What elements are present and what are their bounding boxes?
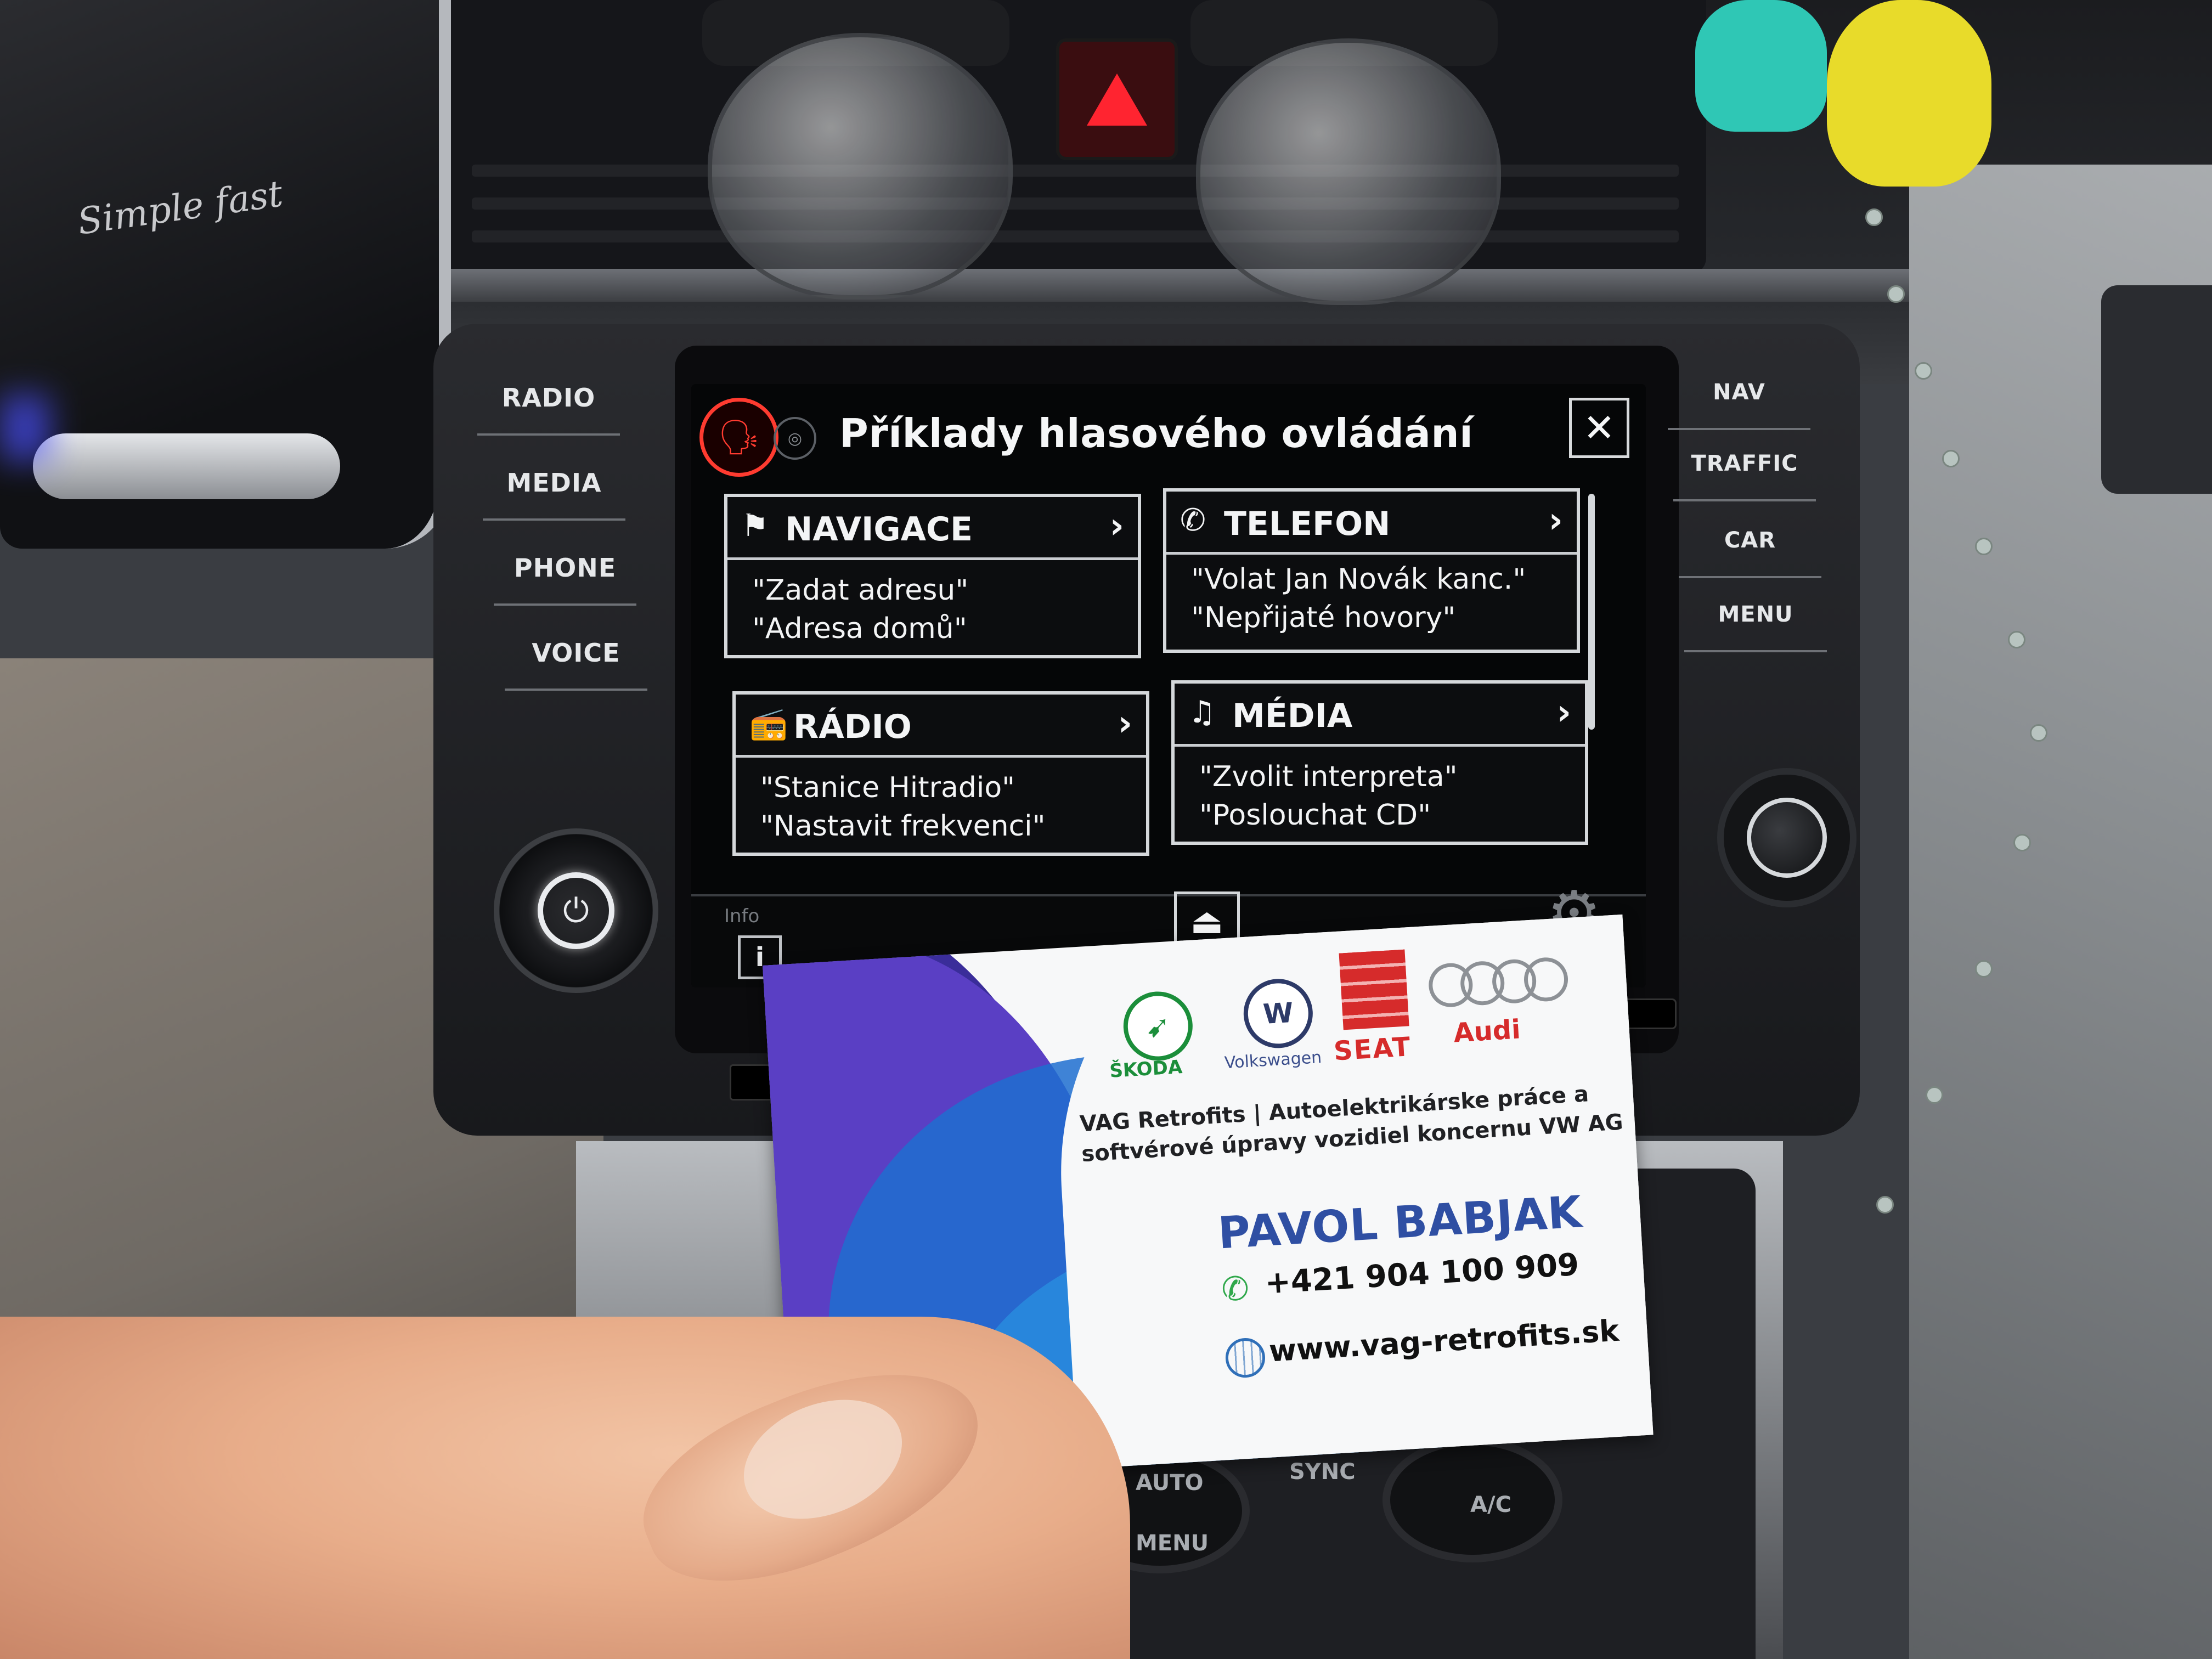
chevron-right-icon: › [1548, 500, 1563, 541]
hand [0, 1317, 1130, 1659]
card-header: ⚑ NAVIGACE › [727, 497, 1138, 560]
brand-seat: SEAT [1333, 1031, 1413, 1067]
rosary-bead [1915, 362, 1932, 380]
rosary-bead [1975, 960, 1993, 978]
tune-scroll-knob[interactable] [1717, 768, 1857, 907]
rosary-bead [1865, 208, 1883, 226]
menu-hw-button[interactable]: MENU [1684, 579, 1827, 652]
card-header: ♫ MÉDIA › [1175, 684, 1585, 747]
card-example: "Adresa domů" [752, 612, 967, 645]
voice-control-icon[interactable]: 🗣 [699, 398, 778, 477]
traffic-hw-button[interactable]: TRAFFIC [1673, 428, 1816, 501]
chevron-right-icon: › [1556, 692, 1571, 733]
card-example: "Nepřijaté hovory" [1191, 601, 1456, 634]
card-telefon[interactable]: ✆ TELEFON › "Volat Jan Novák kanc." "Nep… [1163, 488, 1580, 653]
flag-icon: ⚑ [741, 508, 769, 544]
blue-led-glow [0, 395, 49, 461]
phone-holder-clamp [33, 433, 340, 499]
brand-skoda: ŠKODA [1109, 1056, 1183, 1082]
phone-icon: ✆ [1220, 1269, 1250, 1310]
phone-hw-button[interactable]: PHONE [494, 532, 636, 606]
brand-audi: Audi [1452, 1014, 1522, 1049]
card-title: NAVIGACE [785, 510, 973, 549]
rosary-bead [1975, 538, 1993, 555]
music-note-icon: ♫ [1188, 695, 1216, 730]
infotainment-screen: 🗣 ◎ Příklady hlasového ovládání ✕ ⚑ NAVI… [691, 384, 1646, 988]
radio-hw-button[interactable]: RADIO [477, 362, 620, 436]
card-header: 📻 RÁDIO › [736, 695, 1146, 758]
auto-label: AUTO [1136, 1470, 1204, 1496]
rosary-bead [1926, 1086, 1943, 1104]
rosary-bead [1942, 450, 1960, 467]
nav-hw-button[interactable]: NAV [1668, 357, 1810, 430]
seat-logo-icon [1339, 949, 1409, 1030]
card-media[interactable]: ♫ MÉDIA › "Zvolit interpreta" "Posloucha… [1171, 680, 1588, 845]
card-example: "Zvolit interpreta" [1199, 760, 1458, 793]
card-example: "Volat Jan Novák kanc." [1191, 563, 1526, 596]
air-freshener [708, 33, 1013, 300]
tune-knob-cap [1747, 798, 1827, 878]
air-freshener [1196, 38, 1501, 305]
voice-hw-button[interactable]: VOICE [505, 617, 647, 691]
scrollbar[interactable] [1588, 494, 1595, 730]
rosary-bead [2013, 834, 2031, 851]
card-example: "Nastavit frekvenci" [760, 810, 1046, 843]
vent-slat [472, 230, 1679, 242]
dashboard-trim [428, 269, 2008, 302]
card-radio[interactable]: 📻 RÁDIO › "Stanice Hitradio" "Nastavit f… [732, 691, 1149, 856]
ac-label: A/C [1470, 1492, 1511, 1517]
screen-title: Příklady hlasového ovládání [839, 410, 1474, 456]
menu-label: MENU [1136, 1531, 1209, 1556]
card-title: TELEFON [1224, 505, 1391, 543]
rosary-bead [1876, 1196, 1894, 1214]
card-example: "Zadat adresu" [752, 574, 969, 607]
hazard-triangle-icon [1087, 73, 1147, 126]
right-panel-recess [2101, 285, 2212, 494]
sync-label: SYNC [1289, 1459, 1356, 1485]
card-navigace[interactable]: ⚑ NAVIGACE › "Zadat adresu" "Adresa domů… [724, 494, 1141, 658]
rosary-bead [1887, 285, 1905, 303]
radio-icon: 📻 [749, 706, 788, 742]
yellow-figurine [1827, 0, 1991, 187]
card-header: ✆ TELEFON › [1166, 492, 1577, 555]
media-hw-button[interactable]: MEDIA [483, 447, 625, 521]
voice-sub-icon: ◎ [774, 417, 816, 460]
phone-icon: ✆ [1180, 503, 1206, 538]
teal-figurine [1695, 0, 1827, 132]
close-button[interactable]: ✕ [1569, 398, 1629, 458]
card-example: "Stanice Hitradio" [760, 771, 1015, 804]
card-example: "Poslouchat CD" [1199, 799, 1431, 832]
chevron-right-icon: › [1109, 506, 1124, 546]
card-title: MÉDIA [1232, 697, 1353, 735]
rosary-bead [2008, 631, 2025, 648]
hazard-button[interactable] [1056, 38, 1178, 160]
chevron-right-icon: › [1118, 703, 1132, 744]
power-icon: ⏻ [538, 872, 614, 949]
card-title: RÁDIO [793, 708, 912, 746]
info-label: Info [724, 905, 760, 927]
volume-power-knob[interactable]: ⏻ [494, 828, 658, 993]
audi-rings-icon [1427, 956, 1572, 1008]
car-hw-button[interactable]: CAR [1679, 505, 1821, 578]
rosary-bead [2030, 724, 2047, 742]
